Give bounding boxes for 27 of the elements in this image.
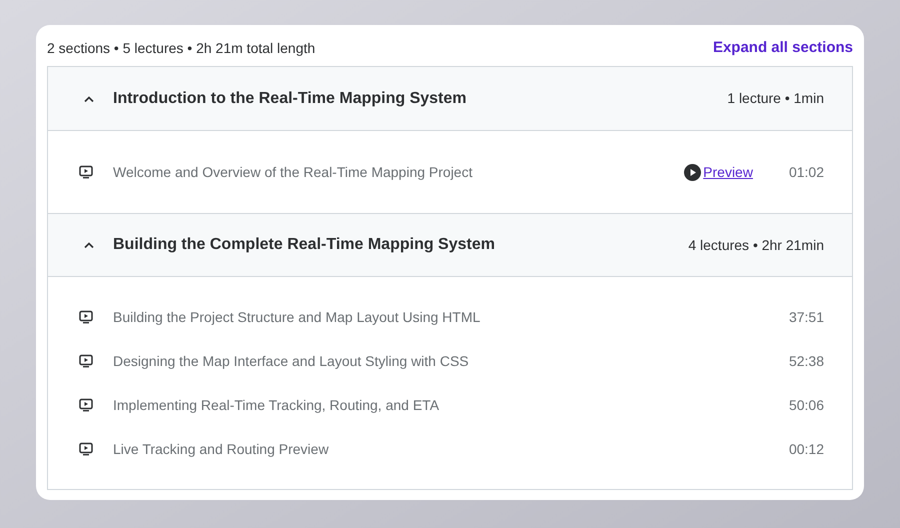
chevron-up-icon[interactable]	[83, 241, 95, 249]
lecture-title: Live Tracking and Routing Preview	[113, 440, 330, 459]
lecture-title: Welcome and Overview of the Real-Time Mapping Project	[113, 162, 474, 182]
lecture-duration: 37:51	[788, 308, 824, 326]
video-icon	[79, 165, 93, 179]
course-summary: 2 sections • 5 lectures • 2h 21m total length	[47, 39, 316, 58]
video-icon	[79, 398, 93, 412]
lecture-title: Designing the Map Interface and Layout Styling with CSS	[113, 352, 470, 371]
video-icon	[79, 442, 93, 456]
lecture-title: Building the Project Structure and Map Layout Using HTML	[113, 308, 482, 327]
lecture-title: Implementing Real-Time Tracking, Routing, and ETA	[113, 396, 440, 415]
preview-link[interactable]: Preview	[684, 162, 753, 182]
chevron-up-icon[interactable]	[83, 94, 95, 102]
section-meta: 4 lectures • 2hr 21min	[688, 236, 824, 254]
play-icon	[684, 164, 702, 180]
expand-all-link[interactable]: Expand all sections	[712, 37, 853, 60]
lecture-duration: 50:06	[788, 396, 824, 414]
video-icon	[79, 310, 93, 324]
section-title: Introduction to the Real-Time Mapping System	[113, 88, 468, 108]
section-header[interactable]: Introduction to the Real-Time Mapping System 1 lecture • 1min	[48, 67, 852, 130]
video-icon	[79, 354, 93, 368]
section-header[interactable]: Building the Complete Real-Time Mapping System 4 lectures • 2hr 21min	[48, 213, 852, 276]
lecture-duration: 01:02	[788, 162, 824, 182]
lecture-duration: 52:38	[788, 352, 824, 370]
lecture-duration: 00:12	[788, 440, 824, 458]
section-title: Building the Complete Real-Time Mapping System	[113, 235, 496, 255]
section-meta: 1 lecture • 1min	[727, 89, 824, 108]
